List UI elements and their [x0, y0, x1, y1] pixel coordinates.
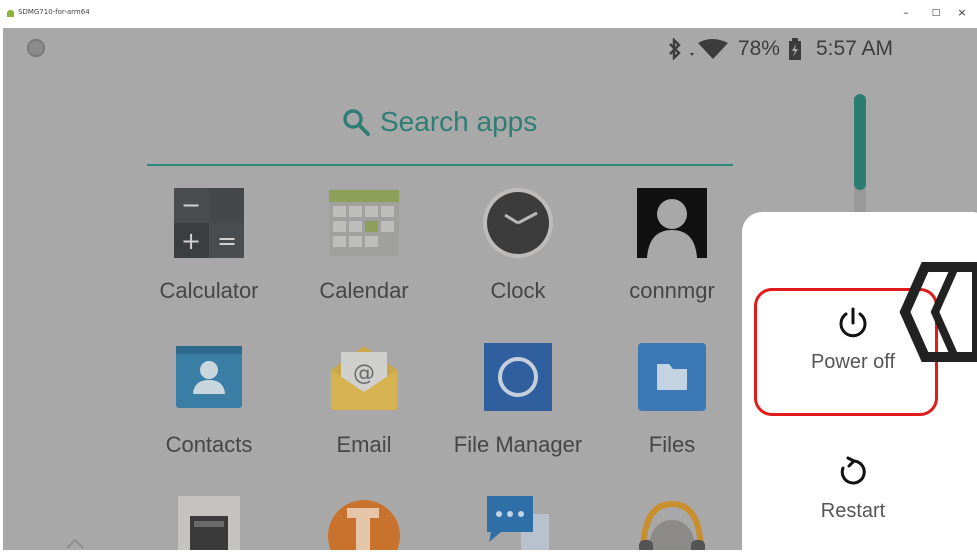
- minimize-button[interactable]: –: [895, 4, 917, 22]
- camera-dot: [27, 39, 45, 57]
- svg-text:=: =: [217, 227, 237, 255]
- wifi-icon: [689, 39, 728, 59]
- scrollbar-thumb[interactable]: [854, 94, 866, 190]
- app-label: Clock: [490, 278, 546, 303]
- app-row3-1[interactable]: [134, 494, 284, 550]
- connmgr-icon: [635, 186, 709, 260]
- android-app-icon: [7, 10, 14, 17]
- chevron-icon: [66, 538, 84, 549]
- app-label: Email: [336, 432, 392, 457]
- app-connmgr[interactable]: connmgr: [597, 186, 747, 304]
- svg-text:−: −: [181, 191, 201, 219]
- restart-label: Restart: [820, 500, 886, 522]
- file-manager-icon: [481, 340, 555, 414]
- app-calendar[interactable]: Calendar: [289, 186, 439, 304]
- app-label: connmgr: [629, 278, 715, 303]
- app-calculator[interactable]: − + = Calculator: [134, 186, 284, 304]
- edge-decoration: [899, 262, 977, 362]
- app-label: File Manager: [453, 432, 583, 457]
- calculator-icon: − + =: [172, 186, 246, 260]
- app-label: Contacts: [165, 432, 253, 457]
- messaging-icon: [481, 494, 555, 550]
- app-row3-3[interactable]: [443, 494, 593, 550]
- files-icon: [635, 340, 709, 414]
- app-files[interactable]: Files: [597, 340, 747, 458]
- search-label: Search apps: [380, 106, 538, 137]
- window-title: SDMG710-for-arm64: [18, 8, 90, 16]
- search-icon: [343, 109, 370, 136]
- svg-text:@: @: [353, 361, 375, 386]
- app-label: Calendar: [319, 278, 409, 303]
- contacts-icon: [172, 340, 246, 414]
- status-clock: 5:57 AM: [815, 37, 893, 60]
- restart-icon: [840, 456, 866, 485]
- restart-button[interactable]: Restart: [770, 455, 936, 523]
- orange-app-icon: [327, 494, 401, 550]
- clock-icon: [481, 186, 555, 260]
- headphones-icon: [635, 494, 709, 550]
- maximize-button[interactable]: □: [925, 4, 947, 22]
- app-clock[interactable]: Clock: [443, 186, 593, 304]
- calendar-icon: [327, 186, 401, 260]
- svg-text:+: +: [181, 227, 201, 255]
- bluetooth-icon: [669, 38, 681, 60]
- app-label: Files: [648, 432, 696, 457]
- app-label: Calculator: [159, 278, 259, 303]
- app-contacts[interactable]: Contacts: [134, 340, 284, 458]
- app-file-manager[interactable]: File Manager: [443, 340, 593, 458]
- radio-app-icon: [172, 494, 246, 550]
- search-apps-field[interactable]: Search apps: [147, 98, 733, 166]
- status-bar: 78% 5:57 AM: [668, 35, 893, 63]
- window-title-bar: SDMG710-for-arm64 – □ ×: [0, 0, 977, 28]
- app-row3-4[interactable]: [597, 494, 747, 550]
- battery-percent: 78%: [737, 37, 780, 60]
- app-row3-2[interactable]: [289, 494, 439, 550]
- battery-icon: [788, 38, 801, 60]
- close-button[interactable]: ×: [951, 4, 973, 22]
- app-email[interactable]: @ Email: [289, 340, 439, 458]
- email-icon: @: [327, 340, 401, 414]
